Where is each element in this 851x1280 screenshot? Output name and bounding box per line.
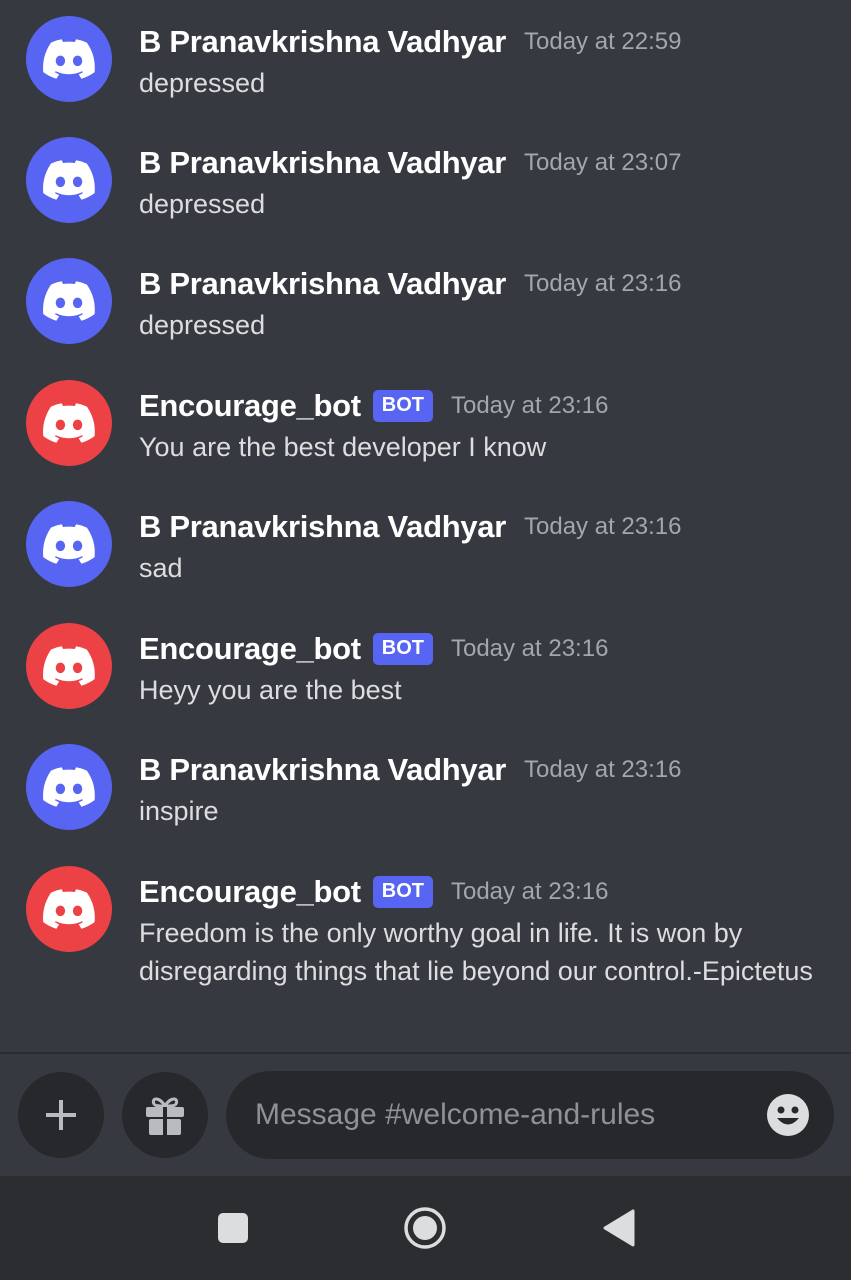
timestamp: Today at 23:16 — [450, 392, 609, 419]
message-content: Heyy you are the best — [139, 675, 402, 705]
message-content: sad — [139, 553, 183, 583]
discord-logo-icon — [43, 281, 95, 321]
user-avatar[interactable] — [26, 137, 112, 223]
add-attachment-button[interactable] — [18, 1072, 104, 1158]
bot-tag: BOT — [372, 633, 433, 665]
message-composer: Message #welcome-and-rules — [0, 1054, 851, 1176]
back-button[interactable] — [596, 1206, 640, 1250]
discord-logo-icon — [43, 39, 95, 79]
message-input[interactable]: Message #welcome-and-rules — [226, 1071, 834, 1159]
discord-logo-icon — [43, 767, 95, 807]
home-icon — [404, 1207, 446, 1249]
plus-icon — [46, 1100, 76, 1130]
gift-icon — [146, 1097, 184, 1135]
timestamp: Today at 23:16 — [524, 270, 682, 297]
timestamp: Today at 22:59 — [524, 28, 682, 55]
timestamp: Today at 23:16 — [524, 756, 682, 783]
message-content: inspire — [139, 796, 219, 826]
emoji-smile-icon[interactable] — [766, 1093, 810, 1137]
bot-avatar[interactable] — [26, 866, 112, 952]
bot-tag: BOT — [372, 390, 433, 422]
author-name[interactable]: B Pranavkrishna Vadhyar — [139, 752, 506, 788]
author-name[interactable]: Encourage_bot — [139, 631, 361, 667]
message-content: You are the best developer I know — [139, 432, 547, 462]
message-input-placeholder: Message #welcome-and-rules — [255, 1098, 656, 1131]
bot-avatar[interactable] — [26, 623, 112, 709]
timestamp: Today at 23:07 — [524, 149, 682, 176]
bot-tag: BOT — [372, 876, 433, 908]
discord-logo-icon — [43, 889, 95, 929]
home-button[interactable] — [403, 1206, 447, 1250]
timestamp: Today at 23:16 — [524, 513, 682, 540]
user-avatar[interactable] — [26, 258, 112, 344]
message-content: depressed — [139, 189, 266, 219]
back-icon — [603, 1209, 635, 1247]
message-content: Freedom is the only worthy goal in life.… — [139, 918, 813, 986]
message-content: depressed — [139, 68, 266, 98]
author-name[interactable]: Encourage_bot — [139, 874, 361, 910]
user-avatar[interactable] — [26, 744, 112, 830]
author-name[interactable]: B Pranavkrishna Vadhyar — [139, 266, 506, 302]
timestamp: Today at 23:16 — [450, 878, 609, 905]
recent-apps-button[interactable] — [211, 1206, 255, 1250]
timestamp: Today at 23:16 — [450, 635, 609, 662]
discord-logo-icon — [43, 646, 95, 686]
message-list: B Pranavkrishna Vadhyar Today at 22:59 d… — [0, 0, 851, 1052]
discord-logo-icon — [43, 160, 95, 200]
author-name[interactable]: Encourage_bot — [139, 388, 361, 424]
author-name[interactable]: B Pranavkrishna Vadhyar — [139, 509, 506, 545]
recent-apps-icon — [218, 1213, 248, 1243]
bot-avatar[interactable] — [26, 380, 112, 466]
author-name[interactable]: B Pranavkrishna Vadhyar — [139, 145, 506, 181]
user-avatar[interactable] — [26, 16, 112, 102]
system-navigation-bar — [0, 1176, 851, 1280]
author-name[interactable]: B Pranavkrishna Vadhyar — [139, 24, 506, 60]
gift-button[interactable] — [122, 1072, 208, 1158]
discord-logo-icon — [43, 403, 95, 443]
user-avatar[interactable] — [26, 501, 112, 587]
discord-logo-icon — [43, 524, 95, 564]
message-content: depressed — [139, 310, 266, 340]
